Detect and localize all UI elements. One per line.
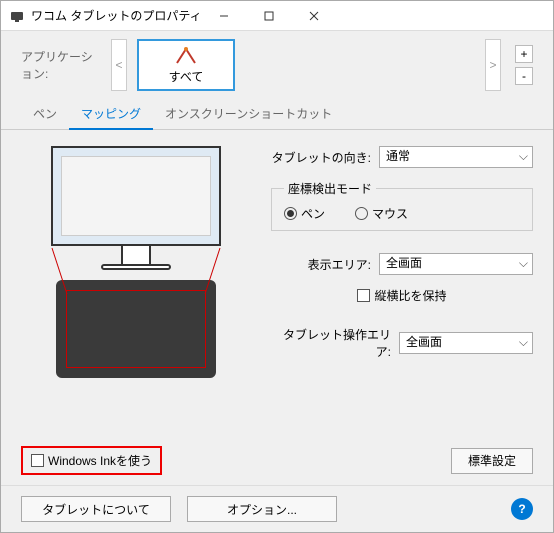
app-icon: [9, 8, 25, 24]
add-app-button[interactable]: +: [515, 45, 533, 63]
tablet-area-label: タブレット操作エリア:: [271, 326, 391, 360]
application-row: アプリケーション: < すべて > + -: [1, 31, 553, 99]
mode-pen-radio[interactable]: ペン: [284, 205, 325, 222]
titlebar: ワコム タブレットのプロパティ: [1, 1, 553, 31]
radio-icon: [355, 207, 368, 220]
application-all[interactable]: すべて: [137, 39, 235, 91]
window-title: ワコム タブレットのプロパティ: [31, 7, 202, 24]
coordinate-mode-group: 座標検出モード ペン マウス: [271, 180, 533, 231]
checkbox-icon: [31, 454, 44, 467]
tablet-area-select[interactable]: 全画面: [399, 332, 533, 354]
orientation-select[interactable]: 通常: [379, 146, 533, 168]
minimize-button[interactable]: [202, 1, 247, 30]
coordinate-mode-legend: 座標検出モード: [284, 180, 376, 197]
options-button[interactable]: オプション...: [187, 496, 337, 522]
tablet-illustration: [56, 280, 216, 378]
app-scroll-left[interactable]: <: [111, 39, 127, 91]
tab-mapping[interactable]: マッピング: [69, 99, 153, 130]
tab-onscreen-shortcuts[interactable]: オンスクリーンショートカット: [153, 99, 344, 129]
mapping-preview: [21, 146, 251, 469]
maximize-button[interactable]: [247, 1, 292, 30]
display-area-select[interactable]: 全画面: [379, 253, 533, 275]
tab-pen[interactable]: ペン: [21, 99, 69, 129]
windows-ink-checkbox[interactable]: Windows Inkを使う: [31, 452, 152, 469]
all-apps-icon: [174, 46, 198, 66]
settings-panel: タブレットの向き: 通常 座標検出モード ペン マウス 表示エリア:: [271, 146, 533, 469]
dialog-window: ワコム タブレットのプロパティ アプリケーション: < すべて > + - ペン…: [0, 0, 554, 533]
display-area-label: 表示エリア:: [271, 256, 371, 273]
help-button[interactable]: ?: [511, 498, 533, 520]
mode-mouse-radio[interactable]: マウス: [355, 205, 408, 222]
about-tablet-button[interactable]: タブレットについて: [21, 496, 171, 522]
close-button[interactable]: [292, 1, 337, 30]
app-scroll-right[interactable]: >: [485, 39, 501, 91]
radio-icon: [284, 207, 297, 220]
windows-ink-highlight: Windows Inkを使う: [21, 446, 162, 475]
content-area: タブレットの向き: 通常 座標検出モード ペン マウス 表示エリア:: [1, 130, 553, 485]
tab-bar: ペン マッピング オンスクリーンショートカット: [1, 99, 553, 130]
orientation-label: タブレットの向き:: [271, 149, 371, 166]
default-settings-button[interactable]: 標準設定: [451, 448, 533, 474]
footer: タブレットについて オプション... ?: [1, 485, 553, 532]
checkbox-icon: [357, 289, 370, 302]
remove-app-button[interactable]: -: [515, 67, 533, 85]
keep-aspect-checkbox[interactable]: 縦横比を保持: [357, 287, 446, 304]
monitor-illustration: [51, 146, 221, 270]
application-label: アプリケーション:: [21, 48, 101, 82]
application-all-label: すべて: [169, 68, 204, 85]
